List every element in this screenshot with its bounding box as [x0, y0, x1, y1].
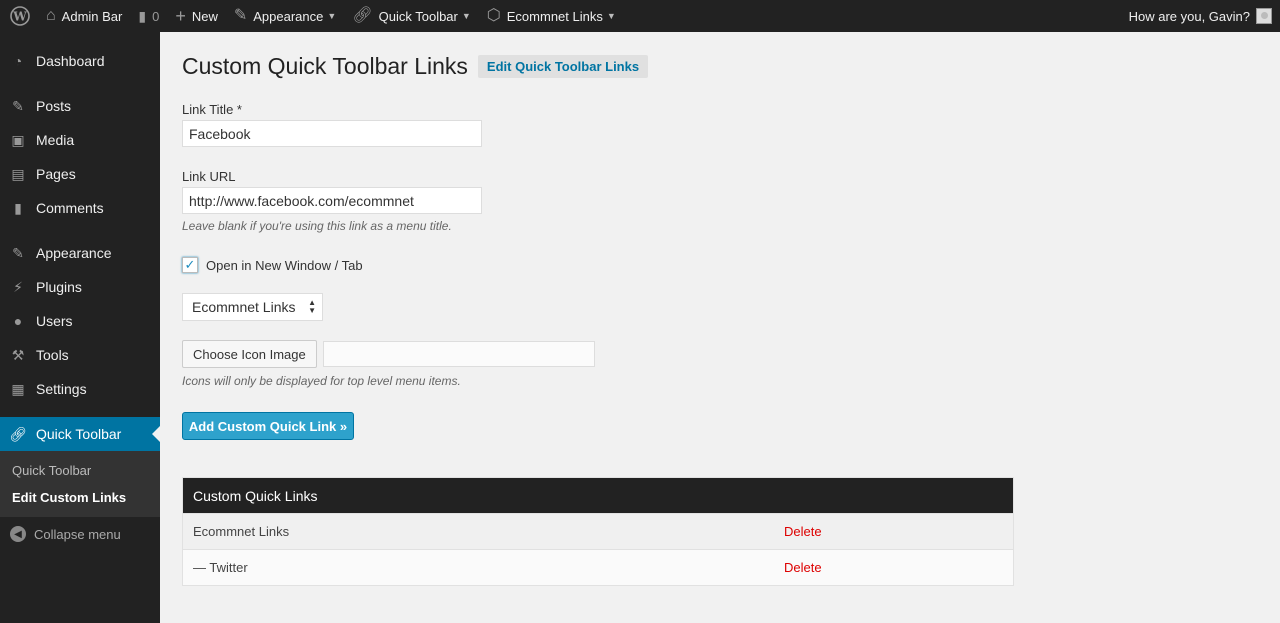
ecommnet-label: Ecommnet Links — [506, 8, 603, 24]
sidebar-item-dashboard[interactable]: ◔ Dashboard — [0, 44, 160, 78]
title-row: Custom Quick Toolbar Links Edit Quick To… — [182, 52, 1262, 80]
link-icon: 🔗︎ — [352, 7, 373, 24]
sidebar-item-pages[interactable]: ▤ Pages — [0, 157, 160, 191]
sidebar-item-label: Tools — [36, 347, 69, 363]
page-title: Custom Quick Toolbar Links — [182, 52, 468, 79]
table-row: — Twitter Delete — [183, 549, 1013, 585]
link-title-label: Link Title * — [182, 102, 242, 117]
media-icon: ▣ — [11, 131, 25, 148]
icon-image-row: Choose Icon Image — [182, 340, 1262, 368]
parent-menu-value: Ecommnet Links — [192, 299, 296, 315]
comments-count: 0 — [152, 8, 160, 24]
dashboard-icon: ◔ — [13, 53, 23, 69]
quick-toolbar-submenu: Quick Toolbar Edit Custom Links — [0, 451, 160, 517]
icon-image-url-field[interactable] — [322, 341, 595, 367]
quick-toolbar-label: Quick Toolbar — [378, 8, 458, 24]
sidebar-item-label: Dashboard — [36, 53, 105, 69]
sidebar-item-label: Media — [36, 132, 75, 148]
comments-link[interactable]: ▮ 0 — [130, 0, 167, 32]
collapse-arrow-icon: ◀ — [10, 526, 26, 542]
new-content-menu[interactable]: + New — [167, 0, 226, 32]
sidebar-item-label: Users — [36, 313, 73, 329]
appearance-menu[interactable]: ✎ Appearance ▼ — [226, 0, 344, 32]
user-icon: ● — [13, 313, 23, 329]
link-url-label: Link URL — [182, 169, 236, 184]
admin-sidebar: ◔ Dashboard ✎ Posts ▣ Media ▤ Pages ▮ Co… — [0, 32, 160, 623]
sidebar-item-label: Plugins — [36, 279, 82, 295]
edit-quick-toolbar-links-button[interactable]: Edit Quick Toolbar Links — [477, 54, 649, 78]
wrench-icon: ⚒︎ — [11, 346, 25, 363]
sidebar-item-plugins[interactable]: ⚡︎ Plugins — [0, 270, 160, 304]
parent-menu-select[interactable]: Ecommnet Links ▲ ▼ — [182, 293, 323, 321]
comment-icon: ▮ — [138, 8, 147, 24]
sidebar-item-label: Posts — [36, 98, 72, 114]
collapse-label: Collapse menu — [34, 526, 121, 542]
brush-icon: ✎ — [233, 7, 248, 24]
ecommnet-links-menu[interactable]: ⬡ Ecommnet Links ▼ — [479, 0, 624, 32]
site-name-label: Admin Bar — [61, 8, 123, 24]
wordpress-logo-button[interactable]: W — [0, 0, 38, 32]
submenu-item-edit-custom-links[interactable]: Edit Custom Links — [0, 484, 160, 511]
main-content: Custom Quick Toolbar Links Edit Quick To… — [182, 32, 1262, 586]
link-name: — Twitter — [193, 560, 248, 575]
link-icon: 🔗︎ — [9, 425, 27, 442]
pin-icon: ✎ — [12, 97, 24, 114]
sidebar-item-media[interactable]: ▣ Media — [0, 123, 160, 157]
greeting-text: How are you, Gavin? — [1128, 8, 1250, 24]
link-name: Ecommnet Links — [193, 524, 290, 539]
table-header: Custom Quick Links — [183, 478, 1013, 513]
svg-text:W: W — [12, 10, 27, 24]
appearance-label: Appearance — [253, 8, 324, 24]
new-window-label[interactable]: Open in New Window / Tab — [206, 258, 363, 273]
sidebar-item-label: Pages — [36, 166, 76, 182]
plugin-icon: ⚡︎ — [13, 278, 23, 295]
sidebar-item-label: Comments — [36, 200, 104, 216]
avatar — [1256, 8, 1272, 24]
collapse-menu-button[interactable]: ◀ Collapse menu — [0, 517, 160, 551]
new-window-row: ✓ Open in New Window / Tab — [182, 257, 1262, 273]
cube-icon: ⬡ — [486, 7, 501, 24]
add-custom-quick-link-button[interactable]: Add Custom Quick Link » — [182, 412, 354, 440]
link-url-hint: Leave blank if you're using this link as… — [182, 219, 452, 233]
sidebar-item-settings[interactable]: ▦ Settings — [0, 372, 160, 406]
delete-link[interactable]: Delete — [784, 560, 822, 575]
sidebar-item-label: Quick Toolbar — [36, 426, 122, 442]
sidebar-item-tools[interactable]: ⚒︎ Tools — [0, 338, 160, 372]
new-label: New — [191, 8, 218, 24]
chevron-down-icon: ▼ — [327, 11, 337, 21]
sidebar-item-label: Appearance — [36, 245, 112, 261]
icon-hint: Icons will only be displayed for top lev… — [182, 374, 461, 388]
link-url-input[interactable] — [182, 187, 482, 214]
link-title-input[interactable] — [182, 120, 482, 147]
home-icon: ⌂ — [46, 7, 56, 24]
sidebar-item-comments[interactable]: ▮ Comments — [0, 191, 160, 225]
pages-icon: ▤ — [11, 165, 25, 182]
brush-icon: ✎ — [12, 244, 24, 261]
table-row: Ecommnet Links Delete — [183, 513, 1013, 549]
sidebar-item-appearance[interactable]: ✎ Appearance — [0, 236, 160, 270]
choose-icon-image-button[interactable]: Choose Icon Image — [182, 340, 317, 368]
wordpress-icon: W — [10, 6, 30, 26]
custom-quick-links-table: Custom Quick Links Ecommnet Links Delete… — [182, 477, 1014, 586]
sidebar-item-quick-toolbar[interactable]: 🔗︎ Quick Toolbar — [0, 417, 160, 451]
settings-icon: ▦ — [11, 380, 25, 397]
new-window-checkbox[interactable]: ✓ — [182, 257, 198, 273]
delete-link[interactable]: Delete — [784, 524, 822, 539]
select-arrows-icon: ▲ ▼ — [308, 298, 316, 315]
chevron-down-icon: ▼ — [606, 11, 616, 21]
sidebar-item-posts[interactable]: ✎ Posts — [0, 89, 160, 123]
plus-icon: + — [175, 6, 186, 26]
sidebar-item-label: Settings — [36, 381, 87, 397]
admin-bar: W ⌂ Admin Bar ▮ 0 + New ✎ Appearance ▼ 🔗… — [0, 0, 1280, 32]
sidebar-item-users[interactable]: ● Users — [0, 304, 160, 338]
quick-toolbar-menu[interactable]: 🔗︎ Quick Toolbar ▼ — [344, 0, 478, 32]
chevron-down-icon: ▼ — [461, 11, 471, 21]
site-name-link[interactable]: ⌂ Admin Bar — [38, 0, 130, 32]
my-account-menu[interactable]: How are you, Gavin? — [1129, 0, 1280, 32]
comment-icon: ▮ — [14, 199, 22, 216]
submenu-item-quick-toolbar[interactable]: Quick Toolbar — [0, 457, 160, 484]
